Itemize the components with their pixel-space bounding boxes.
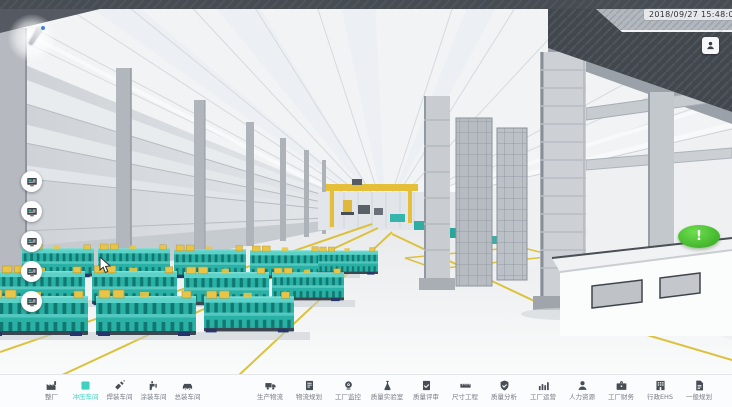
app-window: 2018/09/27 15:48:08 ! [0, 0, 732, 407]
toolbar-item[interactable]: 质量评审 [409, 378, 443, 401]
toolbar-item[interactable]: 整厂 [37, 378, 66, 401]
monitor-icon [26, 236, 38, 248]
scene-panel-button[interactable] [21, 261, 42, 282]
compass-needle-icon [28, 27, 41, 45]
module-nav: 生产物流 物流规划 工厂监控 质量实验室 [253, 378, 716, 401]
toolbar-item-label: 生产物流 [257, 393, 283, 401]
compass-widget[interactable] [8, 14, 56, 62]
factory-3d-scene[interactable] [0, 0, 732, 376]
toolbar-item-label: 质量评审 [413, 393, 439, 401]
toolbar-item[interactable]: 工厂监控 [331, 378, 365, 401]
toolbar-item[interactable]: 物流规划 [292, 378, 326, 401]
workshop-nav: 整厂 冲压车间 焊装车间 涂装车间 [37, 378, 202, 401]
toolbar-item[interactable]: 尺寸工程 [448, 378, 482, 401]
user-button[interactable] [702, 37, 719, 54]
toolbar-item-label: 尺寸工程 [452, 393, 478, 401]
toolbar-item-label: 涂装车间 [141, 393, 167, 401]
toolbar-item[interactable]: 焊装车间 [105, 378, 134, 401]
painting-icon [147, 378, 160, 392]
building-icon [654, 378, 667, 392]
welding-icon [113, 378, 126, 392]
stamping-icon [79, 378, 92, 392]
toolbar-item-label: 物流规划 [296, 393, 322, 401]
toolbar-item[interactable]: 行政EHS [643, 378, 677, 401]
plan-doc-icon [303, 378, 316, 392]
toolbar-item[interactable]: 人力资源 [565, 378, 599, 401]
toolbar-item[interactable]: 一般规划 [682, 378, 716, 401]
bottom-toolbar: 整厂 冲压车间 焊装车间 涂装车间 [0, 374, 732, 407]
alert-marker[interactable]: ! [678, 225, 720, 248]
toolbar-item-label: 一般规划 [686, 393, 712, 401]
toolbar-item-label: 质量实验室 [371, 393, 404, 401]
factory-icon [45, 378, 58, 392]
toolbar-item[interactable]: 涂装车间 [139, 378, 168, 401]
review-doc-icon [420, 378, 433, 392]
toolbar-item[interactable]: 冲压车间 [71, 378, 100, 401]
toolbar-item-label: 行政EHS [647, 393, 673, 401]
toolbar-item-label: 焊装车间 [107, 393, 133, 401]
toolbar-item-label: 质量分析 [491, 393, 517, 401]
assembly-icon [181, 378, 194, 392]
truck-icon [264, 378, 277, 392]
toolbar-item[interactable]: 质量实验室 [370, 378, 404, 401]
toolbar-item-label: 工厂运营 [530, 393, 556, 401]
toolbar-item[interactable]: 质量分析 [487, 378, 521, 401]
user-icon [705, 40, 716, 51]
flask-icon [381, 378, 394, 392]
toolbar-item-label: 冲压车间 [73, 393, 99, 401]
toolbar-item-label: 整厂 [45, 393, 58, 401]
scene-panel-button[interactable] [21, 231, 42, 252]
scene-panel-button[interactable] [21, 291, 42, 312]
timestamp-chip: 2018/09/27 15:48:08 [644, 9, 732, 20]
ruler-icon [459, 378, 472, 392]
monitor-icon [26, 266, 38, 278]
toolbar-item-label: 工厂监控 [335, 393, 361, 401]
monitor-icon [26, 206, 38, 218]
toolbar-item[interactable]: 工厂财务 [604, 378, 638, 401]
toolbar-item[interactable]: 总装车间 [173, 378, 202, 401]
scene-panel-button[interactable] [21, 201, 42, 222]
alert-exclamation-label: ! [696, 229, 702, 244]
monitor-icon [26, 176, 38, 188]
chart-icon [537, 378, 550, 392]
compass-north-dot [41, 26, 45, 30]
shield-icon [498, 378, 511, 392]
toolbar-item-label: 总装车间 [175, 393, 201, 401]
scene-panel-buttons [21, 171, 42, 312]
monitor-icon [26, 296, 38, 308]
toolbar-item-label: 工厂财务 [608, 393, 634, 401]
scene-panel-button[interactable] [21, 171, 42, 192]
camera-icon [342, 378, 355, 392]
toolbar-item[interactable]: 工厂运营 [526, 378, 560, 401]
toolbar-item[interactable]: 生产物流 [253, 378, 287, 401]
person-icon [576, 378, 589, 392]
doc-icon [693, 378, 706, 392]
toolbar-item-label: 人力资源 [569, 393, 595, 401]
briefcase-icon [615, 378, 628, 392]
